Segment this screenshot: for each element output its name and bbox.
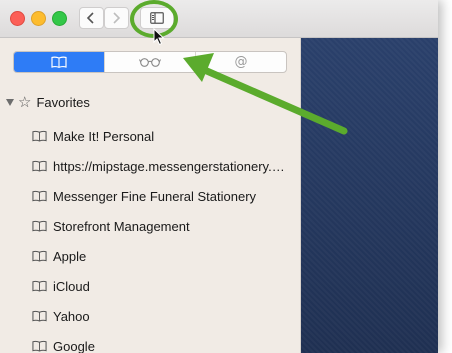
book-icon bbox=[51, 56, 67, 68]
tab-reading-list[interactable] bbox=[104, 52, 195, 72]
list-item[interactable]: Make It! Personal bbox=[32, 121, 297, 151]
disclosure-triangle-icon[interactable] bbox=[6, 98, 14, 106]
book-icon bbox=[32, 250, 47, 262]
list-item[interactable]: Yahoo bbox=[32, 301, 297, 331]
sidebar-segmented-control: @ bbox=[13, 51, 287, 73]
bookmark-label: Storefront Management bbox=[53, 218, 190, 234]
mouse-cursor-icon bbox=[153, 28, 165, 46]
list-item[interactable]: Apple bbox=[32, 241, 297, 271]
favorites-section-header[interactable]: ☆ Favorites bbox=[4, 92, 90, 112]
bookmark-label: Messenger Fine Funeral Stationery bbox=[53, 188, 257, 204]
close-window-button[interactable] bbox=[10, 11, 25, 26]
at-icon: @ bbox=[234, 54, 248, 70]
bookmark-label: Google bbox=[53, 338, 95, 353]
book-icon bbox=[32, 340, 47, 352]
tab-shared-links[interactable]: @ bbox=[195, 52, 286, 72]
favorites-list: Make It! Personal https://mipstage.messe… bbox=[32, 121, 297, 353]
bookmark-label: Apple bbox=[53, 248, 87, 264]
bookmark-label: iCloud bbox=[53, 278, 90, 294]
book-icon bbox=[32, 280, 47, 292]
safari-window: @ ☆ Favorites Make It! Personal https://… bbox=[0, 0, 438, 353]
book-icon bbox=[32, 130, 47, 142]
bookmark-label: Yahoo bbox=[53, 308, 90, 324]
list-item[interactable]: iCloud bbox=[32, 271, 297, 301]
bookmark-label: https://mipstage.messengerstationery.com… bbox=[53, 158, 289, 174]
list-item[interactable]: Storefront Management bbox=[32, 211, 297, 241]
chevron-right-icon bbox=[113, 12, 121, 24]
list-item[interactable]: Messenger Fine Funeral Stationery bbox=[32, 181, 297, 211]
list-item[interactable]: https://mipstage.messengerstationery.com… bbox=[32, 151, 297, 181]
glasses-icon bbox=[139, 58, 161, 67]
tab-bookmarks[interactable] bbox=[14, 52, 104, 72]
star-icon: ☆ bbox=[18, 93, 32, 111]
book-icon bbox=[32, 220, 47, 232]
minimize-window-button[interactable] bbox=[31, 11, 46, 26]
list-item[interactable]: Google bbox=[32, 331, 297, 353]
section-title: Favorites bbox=[36, 94, 90, 110]
chevron-left-icon bbox=[86, 12, 94, 24]
forward-button[interactable] bbox=[104, 7, 129, 29]
toolbar bbox=[0, 0, 438, 38]
maximize-window-button[interactable] bbox=[52, 11, 67, 26]
web-content-area[interactable] bbox=[301, 38, 438, 353]
bookmark-label: Make It! Personal bbox=[53, 128, 155, 144]
book-icon bbox=[32, 190, 47, 202]
back-button[interactable] bbox=[79, 7, 104, 29]
book-icon bbox=[32, 310, 47, 322]
book-icon bbox=[32, 160, 47, 172]
sidebar: @ ☆ Favorites Make It! Personal https://… bbox=[0, 38, 301, 353]
